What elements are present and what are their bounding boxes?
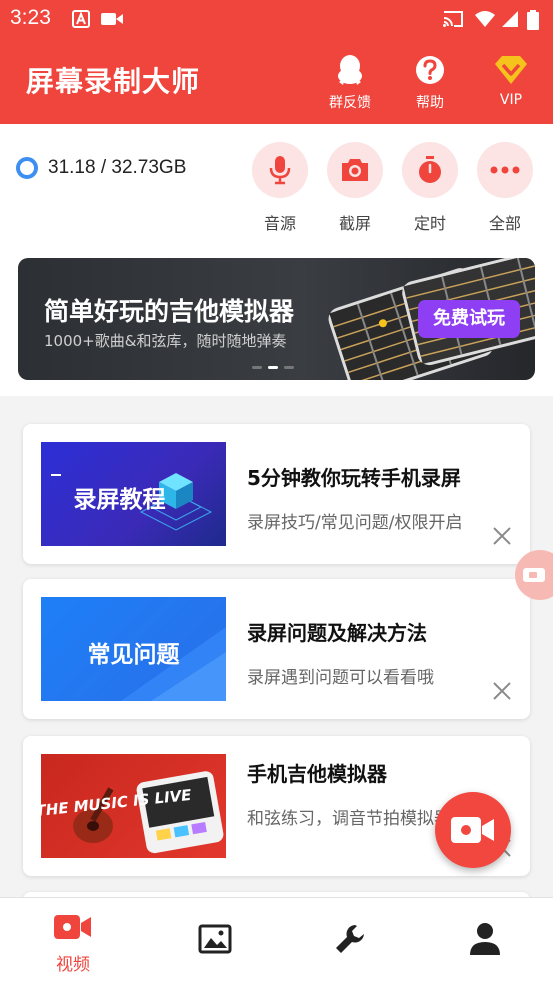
guitar-thumbnail: THE MUSIC IS LIVE (41, 754, 226, 858)
banner-dot (252, 366, 262, 369)
status-bar: 3:23 (0, 0, 553, 36)
app-bar: 屏幕录制大师 群反馈 帮助 VIP (0, 36, 553, 124)
tutorial-thumbnail-text: 录屏教程 (73, 487, 166, 513)
faq-subtitle: 录屏遇到问题可以看看哦 (247, 668, 434, 688)
storage-indicator: 31.18 / 32.73GB (16, 157, 186, 179)
help-label: 帮助 (416, 95, 444, 111)
start-recording-fab[interactable] (435, 792, 511, 868)
person-icon (470, 923, 500, 955)
timer-button[interactable]: 定时 (402, 142, 458, 234)
vip-label: VIP (499, 92, 523, 108)
tutorial-title: 5分钟教你玩转手机录屏 (247, 466, 461, 490)
close-icon[interactable] (492, 526, 512, 546)
banner-title: 简单好玩的吉他模拟器 (44, 297, 295, 326)
screenshot-button[interactable]: 截屏 (327, 142, 383, 234)
screen-record-status-icon (101, 13, 123, 25)
wrench-icon (336, 925, 364, 953)
timer-icon (419, 156, 441, 183)
all-tools-label: 全部 (488, 214, 521, 233)
screenshot-label: 截屏 (338, 214, 371, 233)
nav-images[interactable] (175, 912, 255, 958)
signal-icon (502, 11, 518, 27)
nav-videos[interactable]: 视频 (33, 912, 113, 975)
tutorial-card[interactable]: 录屏教程 5分钟教你玩转手机录屏 录屏技巧/常见问题/权限开启 (23, 424, 530, 564)
banner-subtitle: 1000+歌曲&和弦库，随时随地弹奏 (44, 332, 287, 350)
audio-source-button[interactable]: 音源 (252, 142, 308, 234)
more-icon (490, 166, 520, 174)
floating-camera-icon (523, 568, 545, 582)
help-icon (416, 56, 444, 84)
app-title: 屏幕录制大师 (26, 65, 201, 98)
guitar-app-title: 手机吉他模拟器 (247, 762, 387, 786)
tutorial-subtitle: 录屏技巧/常见问题/权限开启 (247, 513, 463, 533)
microphone-icon (269, 156, 291, 185)
tutorial-thumbnail: 录屏教程 (41, 442, 226, 546)
battery-icon (527, 10, 539, 30)
timer-label: 定时 (413, 214, 446, 233)
faq-thumbnail: 常见问题 (41, 597, 226, 701)
main-content: 31.18 / 32.73GB 音源 截屏 定时 全部 简单好玩的吉他模拟器 1… (0, 124, 553, 897)
storage-ring-icon (16, 157, 38, 179)
banner-pagination (252, 366, 294, 369)
notification-a-icon (72, 10, 90, 28)
banner-dot-active (268, 366, 278, 369)
image-icon (198, 924, 232, 954)
camera-icon (342, 159, 368, 181)
feedback-group-button[interactable]: 群反馈 (320, 54, 380, 112)
close-icon[interactable] (492, 681, 512, 701)
video-camera-icon (451, 817, 494, 843)
faq-card[interactable]: 常见问题 录屏问题及解决方法 录屏遇到问题可以看看哦 (23, 579, 530, 719)
storage-text: 31.18 / 32.73GB (48, 157, 187, 178)
status-time: 3:23 (10, 6, 51, 29)
nav-videos-label: 视频 (56, 955, 90, 975)
faq-title: 录屏问题及解决方法 (247, 621, 427, 645)
nav-tools[interactable] (310, 912, 390, 960)
wifi-icon (475, 11, 495, 27)
banner-dot (284, 366, 294, 369)
qq-penguin-icon (338, 55, 362, 85)
audio-source-label: 音源 (263, 214, 296, 233)
all-tools-button[interactable]: 全部 (477, 142, 533, 234)
vip-diamond-icon (495, 56, 527, 84)
help-button[interactable]: 帮助 (400, 54, 460, 112)
vip-button[interactable]: VIP (481, 54, 541, 108)
faq-thumbnail-text: 常见问题 (87, 642, 180, 668)
bottom-nav: 视频 (0, 897, 553, 984)
nav-profile[interactable] (445, 912, 525, 960)
video-icon (54, 915, 91, 939)
promo-banner[interactable]: 简单好玩的吉他模拟器 1000+歌曲&和弦库，随时随地弹奏 免费试玩 (18, 258, 535, 380)
cast-icon (443, 11, 463, 27)
feedback-group-label: 群反馈 (329, 95, 371, 111)
free-trial-button[interactable]: 免费试玩 (418, 300, 520, 338)
